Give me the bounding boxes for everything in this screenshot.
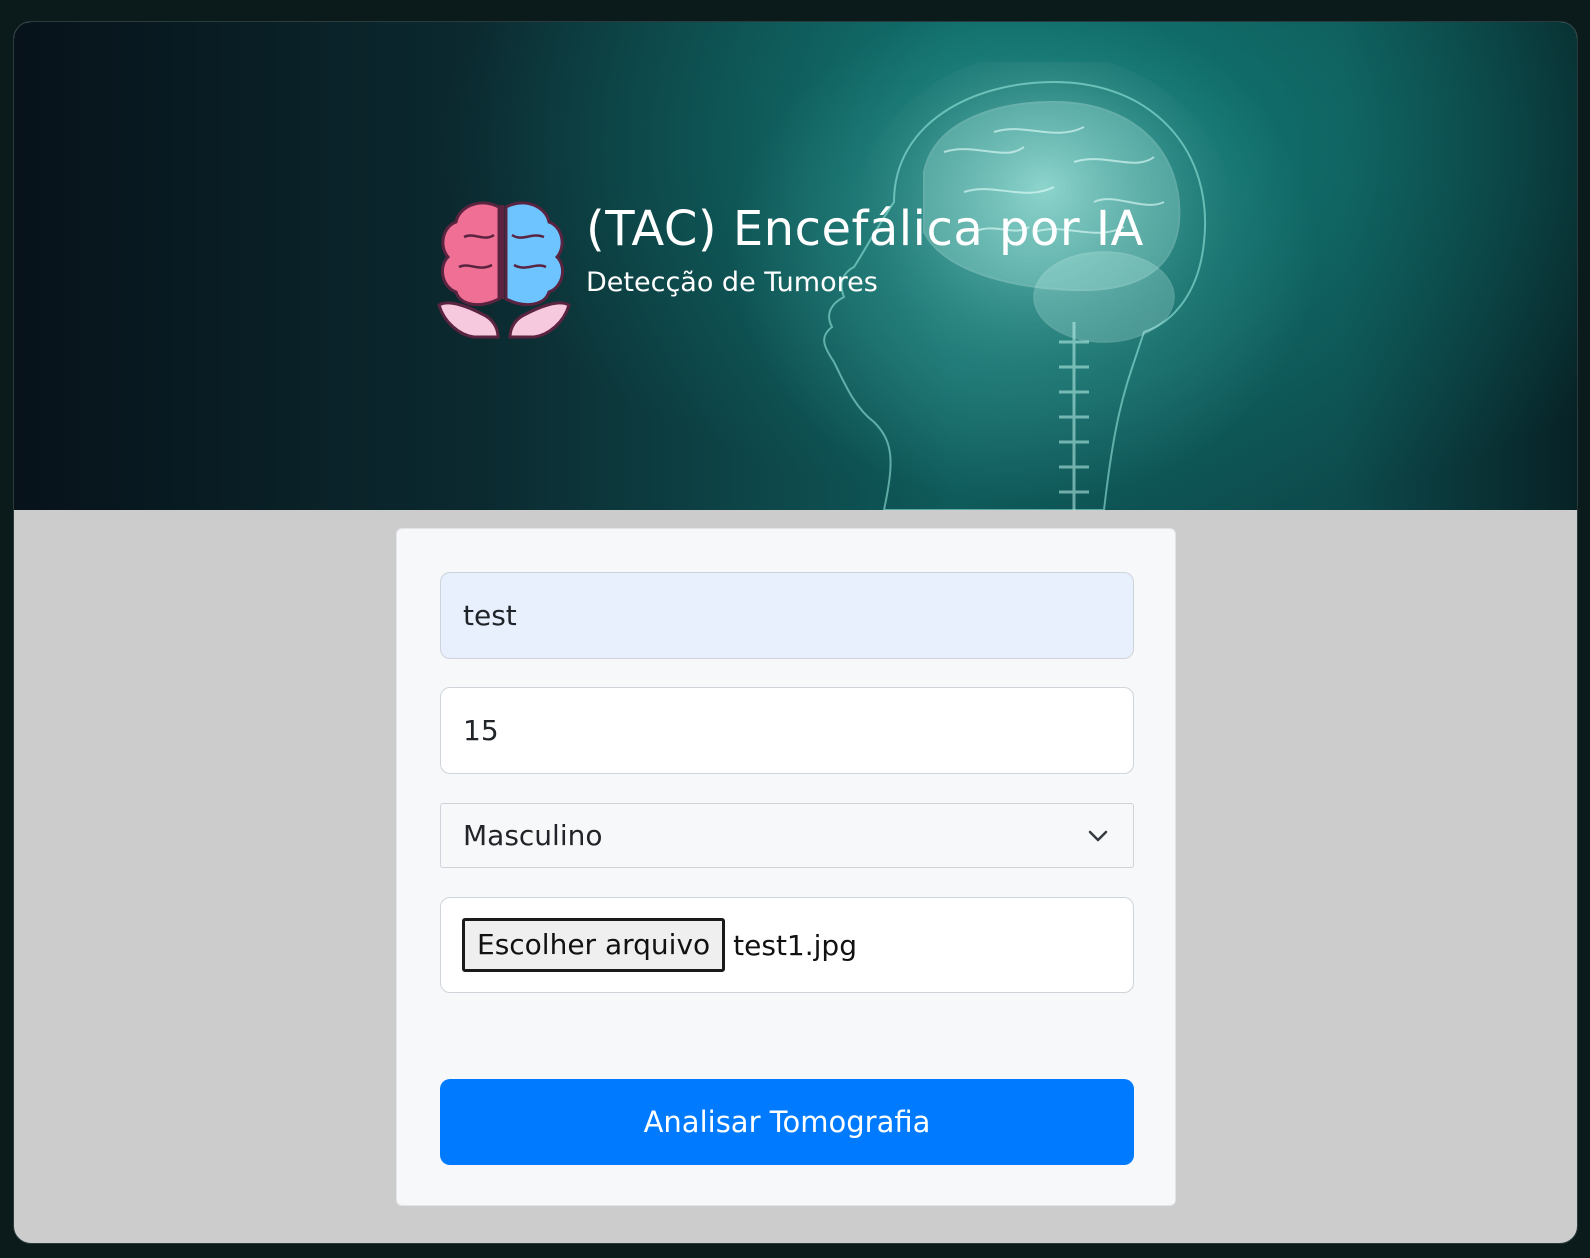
page-subtitle: Detecção de Tumores [586,267,878,298]
analysis-form-card: test 15 Masculino Escolher arquivo test1… [396,528,1176,1206]
sex-select[interactable]: Masculino [440,803,1134,868]
patient-name-value: test [463,599,517,632]
analyze-button[interactable]: Analisar Tomografia [440,1079,1134,1165]
page-title: (TAC) Encefálica por IA [586,201,1144,257]
brain-in-hands-icon [437,201,571,339]
app-window: (TAC) Encefálica por IA Detecção de Tumo… [13,21,1578,1244]
patient-age-value: 15 [463,714,499,747]
choose-file-button[interactable]: Escolher arquivo [462,918,726,972]
patient-age-input[interactable]: 15 [440,687,1134,774]
hero-banner: (TAC) Encefálica por IA Detecção de Tumo… [14,22,1577,510]
selected-file-name: test1.jpg [733,928,857,962]
patient-name-input[interactable]: test [440,572,1134,659]
chevron-down-icon [1088,830,1108,842]
brand: (TAC) Encefálica por IA Detecção de Tumo… [434,187,1144,347]
file-input: Escolher arquivo test1.jpg [440,897,1134,993]
sex-selected-value: Masculino [463,819,603,852]
